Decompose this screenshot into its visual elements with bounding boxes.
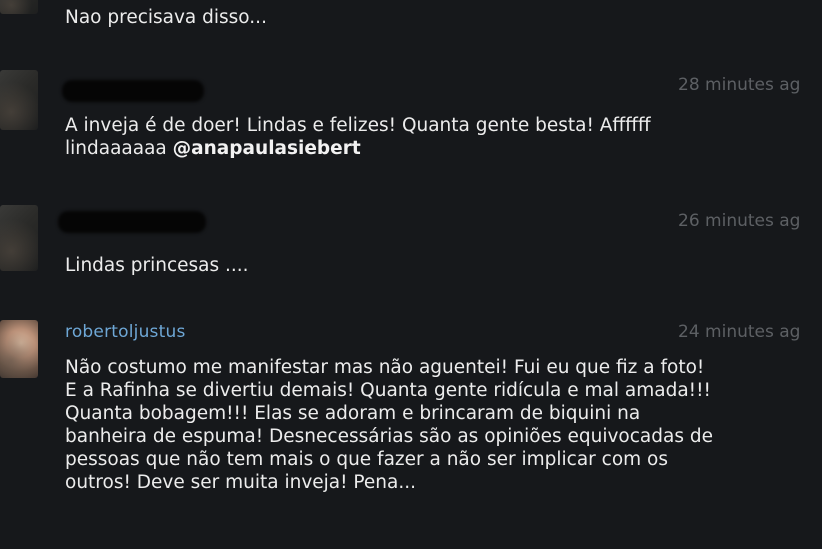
comment-text: A inveja é de doer! Lindas e felizes! Qu… xyxy=(65,115,651,159)
comment-text: Não costumo me manifestar mas não aguent… xyxy=(65,357,713,493)
user-mention-link[interactable]: @anapaulasiebert xyxy=(173,138,361,159)
comment-timestamp: 24 minutes ag xyxy=(678,322,801,342)
avatar[interactable] xyxy=(0,0,38,14)
comment-timestamp: 28 minutes ag xyxy=(678,75,801,95)
avatar[interactable] xyxy=(0,320,38,378)
avatar[interactable] xyxy=(0,70,38,130)
comment-username-link[interactable]: robertoljustus xyxy=(65,322,186,342)
comment-text: Nao precisava disso... xyxy=(65,7,267,28)
avatar[interactable] xyxy=(0,205,38,271)
comment-text: Lindas princesas .... xyxy=(65,255,249,276)
redacted-username xyxy=(62,80,204,102)
comment-timestamp: 26 minutes ag xyxy=(678,211,801,231)
redacted-username xyxy=(58,211,206,233)
